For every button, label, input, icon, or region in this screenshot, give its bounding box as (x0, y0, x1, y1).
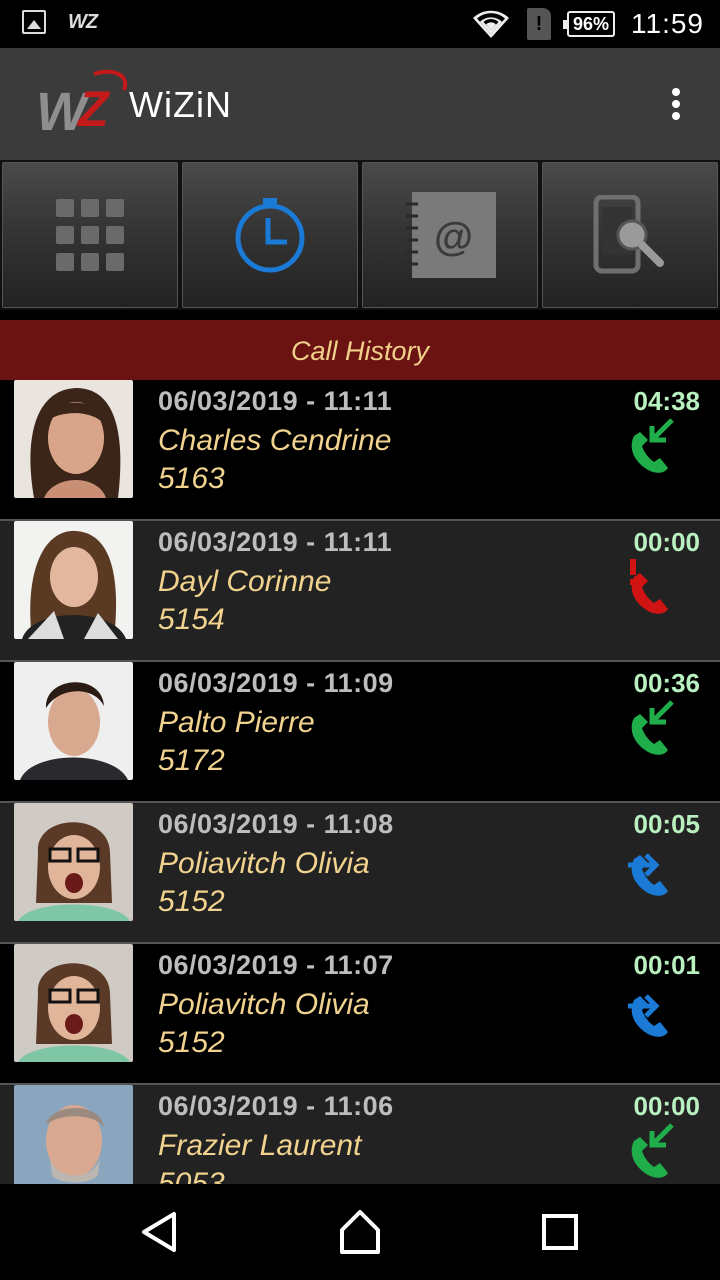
tab-call-history[interactable] (182, 162, 358, 308)
incoming-call-icon (631, 418, 674, 473)
call-row[interactable]: 06/03/2019 - 11:11 Dayl Corinne 5154 00:… (0, 521, 720, 662)
contact-name: Poliavitch Olivia (158, 847, 370, 880)
contact-number: 5154 (158, 603, 225, 636)
call-date: 06/03/2019 - 11:08 (158, 809, 394, 839)
incoming-call-icon (631, 700, 674, 755)
contact-name: Charles Cendrine (158, 424, 392, 457)
avatar (14, 662, 133, 780)
battery-level: 96% (572, 13, 609, 34)
call-duration: 04:38 (633, 386, 701, 416)
call-date: 06/03/2019 - 11:11 (158, 527, 393, 557)
call-row[interactable]: 06/03/2019 - 11:09 Palto Pierre 5172 00:… (0, 662, 720, 803)
contact-number: 5172 (158, 744, 225, 777)
overflow-menu-icon[interactable] (662, 82, 690, 126)
battery-icon: 96% (562, 11, 615, 37)
svg-text:@: @ (434, 215, 473, 259)
status-bar: WZ ! 96% 11:59 (0, 0, 720, 48)
contact-number: 5163 (158, 462, 225, 495)
phone-search-icon (593, 195, 664, 274)
contact-name: Poliavitch Olivia (158, 988, 370, 1021)
avatar (14, 803, 133, 921)
avatar (14, 380, 133, 498)
call-date: 06/03/2019 - 11:07 (158, 950, 394, 980)
section-header: Call History (0, 320, 720, 380)
app-title: WiZiN (129, 84, 232, 125)
call-duration: 00:36 (633, 668, 701, 698)
home-icon[interactable] (330, 1206, 390, 1258)
avatar (14, 521, 133, 639)
status-time: 11:59 (631, 8, 704, 39)
sim-alert-icon: ! (526, 8, 551, 40)
contact-name: Palto Pierre (158, 706, 315, 739)
dialpad-grid-icon (56, 199, 124, 271)
tab-contacts[interactable]: @ (362, 162, 538, 308)
avatar (14, 1085, 133, 1184)
clock-icon (235, 198, 305, 273)
call-date: 06/03/2019 - 11:11 (158, 386, 393, 416)
tab-phone-search[interactable] (542, 162, 718, 308)
contact-number: 5053 (158, 1167, 225, 1184)
wizin-notification-icon: WZ (68, 10, 98, 33)
call-duration: 00:00 (633, 527, 701, 557)
system-nav-bar (0, 1184, 720, 1280)
call-duration: 00:05 (633, 809, 701, 839)
avatar (14, 944, 133, 1062)
outgoing-call-icon (628, 994, 668, 1037)
address-book-icon: @ (406, 192, 496, 278)
call-row[interactable]: 06/03/2019 - 11:11 Charles Cendrine 5163… (0, 380, 720, 521)
contact-number: 5152 (158, 885, 225, 918)
call-duration: 00:01 (633, 950, 701, 980)
call-row[interactable]: 06/03/2019 - 11:08 Poliavitch Olivia 515… (0, 803, 720, 944)
back-icon[interactable] (130, 1206, 190, 1258)
incoming-call-icon (631, 1123, 674, 1178)
svg-text:Z: Z (76, 81, 111, 137)
missed-call-icon (630, 559, 668, 614)
image-icon (22, 10, 46, 34)
wizin-logo-icon: W Z (36, 69, 128, 138)
contact-name: Frazier Laurent (158, 1129, 362, 1162)
wifi-icon (472, 10, 509, 38)
contact-number: 5152 (158, 1026, 225, 1059)
outgoing-call-icon (628, 853, 668, 896)
tab-bar: @ (0, 160, 720, 310)
recents-icon[interactable] (530, 1206, 590, 1258)
section-title: Call History (290, 336, 430, 366)
call-date: 06/03/2019 - 11:09 (158, 668, 394, 698)
call-duration: 00:00 (633, 1091, 701, 1121)
app-bar: W Z WiZiN (0, 48, 720, 160)
call-history-list[interactable]: 06/03/2019 - 11:11 Charles Cendrine 5163… (0, 380, 720, 1184)
call-row[interactable]: 06/03/2019 - 11:06 Frazier Laurent 5053 … (0, 1085, 720, 1184)
contact-name: Dayl Corinne (158, 565, 332, 598)
tab-dialpad[interactable] (2, 162, 178, 308)
call-row[interactable]: 06/03/2019 - 11:07 Poliavitch Olivia 515… (0, 944, 720, 1085)
call-date: 06/03/2019 - 11:06 (158, 1091, 394, 1121)
